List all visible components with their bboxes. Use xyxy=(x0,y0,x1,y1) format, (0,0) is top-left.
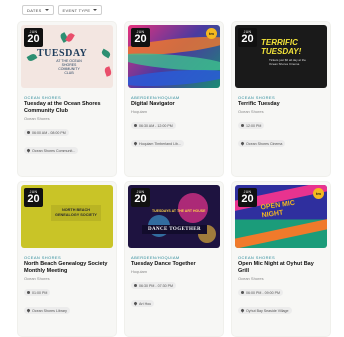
leaf-decoration xyxy=(103,66,113,77)
stripe-decoration xyxy=(235,217,327,248)
event-poster: TUESDAY AT THE OCEAN SHORES COMMUNITY CL… xyxy=(21,25,113,88)
poster-subtext: Tickets just $6 all day at the Ocean Sho… xyxy=(269,58,306,66)
event-poster: OPEN MIC NIGHT tm JUN 20 xyxy=(235,185,327,248)
event-time: 01:00 PM xyxy=(32,290,48,295)
clock-icon xyxy=(241,291,244,294)
date-day: 20 xyxy=(134,33,147,45)
event-card[interactable]: TERRIFIC TUESDAY! Tickets just $6 all da… xyxy=(232,22,330,176)
event-location-chip[interactable]: Art Hou xyxy=(131,300,155,307)
event-time-chip: 06:30 PM - 07:30 PM xyxy=(131,282,176,289)
event-time-chip: 06:00 PM - 09:00 PM xyxy=(238,289,283,296)
event-location: Ocean Shores Cinema xyxy=(246,141,283,146)
clock-icon xyxy=(134,284,137,287)
glow-decoration xyxy=(178,193,208,223)
poster-subtext: AT THE OCEAN SHORES COMMUNITY CLUB xyxy=(56,59,82,75)
event-location-chip[interactable]: Hoquiam Timberland Lib... xyxy=(131,140,184,147)
event-location: Hoquiam Timberland Lib... xyxy=(139,141,181,146)
event-title[interactable]: North Beach Genealogy Society Monthly Me… xyxy=(24,261,112,275)
date-day: 20 xyxy=(241,193,254,205)
wave-decoration xyxy=(128,67,220,88)
clock-icon xyxy=(134,124,137,127)
leaf-decoration xyxy=(26,52,38,63)
event-card[interactable]: TUESDAYS AT THE ART HOUSE DANCE TOGETHER… xyxy=(125,182,223,336)
event-poster: TERRIFIC TUESDAY! Tickets just $6 all da… xyxy=(235,25,327,88)
event-region: OCEAN SHORES xyxy=(24,255,62,260)
date-day: 20 xyxy=(27,33,40,45)
event-location: Oyhut Bay Seaside Village xyxy=(246,308,289,313)
poster-headline: TERRIFIC TUESDAY! xyxy=(261,38,302,56)
event-location-chip[interactable]: Ocean Shores Communit... xyxy=(24,147,79,154)
event-region: OCEAN SHORES xyxy=(24,95,62,100)
event-card[interactable]: TUESDAY AT THE OCEAN SHORES COMMUNITY CL… xyxy=(18,22,116,176)
brand-logo: tm xyxy=(313,188,324,199)
date-badge: JUN 20 xyxy=(238,188,257,207)
event-location-chip[interactable]: Oyhut Bay Seaside Village xyxy=(238,307,292,314)
event-card[interactable]: NORTH BEACH GENEALOGY SOCIETY JUN 20 OCE… xyxy=(18,182,116,336)
event-title[interactable]: Tuesday at the Ocean Shores Community Cl… xyxy=(24,101,112,115)
event-type-filter[interactable]: EVENT TYPE xyxy=(57,5,103,15)
event-time-chip: 06:30 AM - 12:00 PM xyxy=(131,122,176,129)
map-pin-icon xyxy=(133,141,138,146)
date-day: 20 xyxy=(134,193,147,205)
clock-icon xyxy=(27,291,30,294)
event-time-chip: 01:00 PM xyxy=(24,289,51,296)
event-title[interactable]: Digital Navigator xyxy=(131,101,219,108)
event-location: Ocean Shores Library xyxy=(32,308,67,313)
event-time-chip: 06:00 AM - 08:00 PM xyxy=(24,129,69,136)
map-pin-icon xyxy=(133,301,138,306)
date-badge: JUN 20 xyxy=(238,28,257,47)
poster-headline: NORTH BEACH GENEALOGY SOCIETY xyxy=(51,205,101,221)
event-type-filter-label: EVENT TYPE xyxy=(62,7,91,13)
event-card[interactable]: tm JUN 20 ABERDEEN/HOQUIAM Digital Navig… xyxy=(125,22,223,176)
event-card[interactable]: OPEN MIC NIGHT tm JUN 20 OCEAN SHORES Op… xyxy=(232,182,330,336)
leaf-decoration xyxy=(65,32,75,43)
leaf-decoration xyxy=(100,48,112,59)
map-pin-icon xyxy=(240,141,245,146)
chevron-down-icon xyxy=(44,9,49,11)
map-pin-icon xyxy=(26,148,31,153)
poster-headline: DANCE TOGETHER xyxy=(142,225,207,234)
event-location: Ocean Shores Communit... xyxy=(32,148,76,153)
dates-filter[interactable]: DATES xyxy=(22,5,54,15)
poster-subtext: TUESDAYS AT THE ART HOUSE xyxy=(152,209,206,213)
event-region: ABERDEEN/HOQUIAM xyxy=(131,95,180,100)
clock-icon xyxy=(241,124,244,127)
event-time: 06:00 AM - 08:00 PM xyxy=(32,130,66,135)
clock-icon xyxy=(27,131,30,134)
brand-logo: tm xyxy=(206,28,217,39)
event-poster: TUESDAYS AT THE ART HOUSE DANCE TOGETHER… xyxy=(128,185,220,248)
map-pin-icon xyxy=(240,308,245,313)
date-badge: JUN 20 xyxy=(24,188,43,207)
event-title[interactable]: Open Mic Night at Oyhut Bay Grill xyxy=(238,261,326,275)
filter-bar: DATES EVENT TYPE xyxy=(22,5,103,15)
event-time-chip: 12:00 PM xyxy=(238,122,265,129)
date-badge: JUN 20 xyxy=(131,188,150,207)
event-location: Art Hou xyxy=(139,301,152,306)
event-region: OCEAN SHORES xyxy=(238,255,276,260)
date-badge: JUN 20 xyxy=(131,28,150,47)
event-time: 06:30 PM - 07:30 PM xyxy=(139,283,173,288)
event-title[interactable]: Terrific Tuesday xyxy=(238,101,326,108)
event-time: 06:00 PM - 09:00 PM xyxy=(246,290,280,295)
event-time: 12:00 PM xyxy=(246,123,262,128)
event-location-chip[interactable]: Ocean Shores Library xyxy=(24,307,70,314)
event-region: OCEAN SHORES xyxy=(238,95,276,100)
map-pin-icon xyxy=(26,308,31,313)
date-day: 20 xyxy=(241,33,254,45)
poster-headline: TUESDAY xyxy=(37,48,88,59)
date-day: 20 xyxy=(27,193,40,205)
event-grid: TUESDAY AT THE OCEAN SHORES COMMUNITY CL… xyxy=(18,22,330,336)
event-region: ABERDEEN/HOQUIAM xyxy=(131,255,180,260)
chevron-down-icon xyxy=(93,9,98,11)
event-time: 06:30 AM - 12:00 PM xyxy=(139,123,173,128)
event-poster: NORTH BEACH GENEALOGY SOCIETY JUN 20 xyxy=(21,185,113,248)
date-badge: JUN 20 xyxy=(24,28,43,47)
event-title[interactable]: Tuesday Dance Together xyxy=(131,261,219,268)
dates-filter-label: DATES xyxy=(27,7,42,13)
event-location-chip[interactable]: Ocean Shores Cinema xyxy=(238,140,286,147)
event-poster: tm JUN 20 xyxy=(128,25,220,88)
